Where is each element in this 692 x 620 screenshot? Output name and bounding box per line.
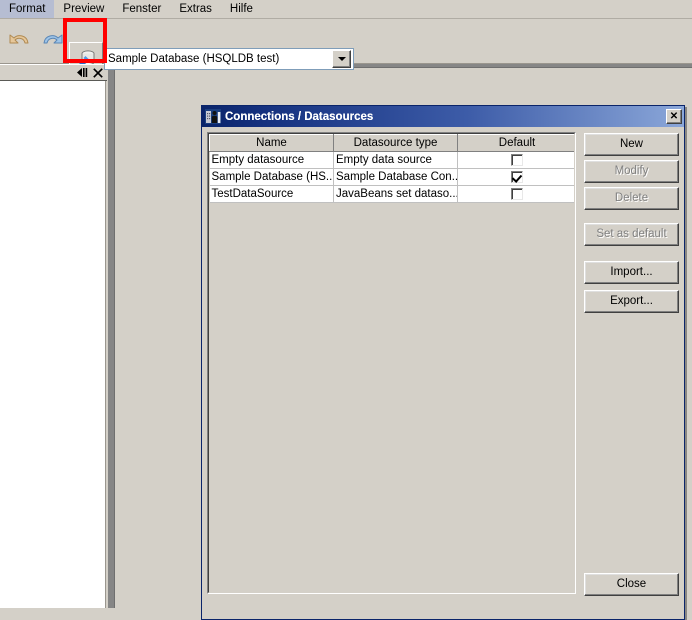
menu-item-preview[interactable]: Preview [54, 0, 113, 18]
chevron-down-icon [337, 57, 346, 61]
column-header-name[interactable]: Name [209, 134, 334, 152]
cell-name: Sample Database (HS... [209, 168, 334, 186]
close-button[interactable]: Close [584, 573, 679, 596]
left-dock-titlebar [0, 64, 107, 81]
menu-item-fenster[interactable]: Fenster [113, 0, 170, 18]
minimize-dock-button[interactable] [77, 67, 88, 78]
datasource-combobox[interactable]: Sample Database (HSQLDB test) [104, 48, 354, 70]
set-as-default-button: Set as default [584, 223, 679, 246]
menu-item-hilfe[interactable]: Hilfe [221, 0, 262, 18]
connections-datasources-icon [205, 109, 221, 124]
new-button[interactable]: New [584, 133, 679, 156]
default-checkbox[interactable] [511, 170, 523, 183]
undo-arrow-icon [9, 34, 29, 44]
delete-button: Delete [584, 187, 679, 210]
redo-arrow-icon [43, 34, 63, 44]
left-dock-content [0, 81, 106, 608]
cell-default[interactable] [457, 151, 574, 169]
column-header-type[interactable]: Datasource type [333, 134, 458, 152]
close-icon [92, 67, 103, 78]
modify-button: Modify [584, 160, 679, 183]
import-button[interactable]: Import... [584, 261, 679, 284]
datasources-table-scroll[interactable]: Name Datasource type Default Empty datas… [208, 133, 575, 593]
cell-type: Empty data source [333, 151, 458, 169]
cell-type: JavaBeans set dataso... [333, 185, 458, 203]
datasource-combobox-arrow-button[interactable] [332, 50, 351, 68]
default-checkbox[interactable] [511, 187, 523, 200]
datasources-table-panel: Name Datasource type Default Empty datas… [207, 132, 576, 594]
cell-type: Sample Database Con... [333, 168, 458, 186]
dialog-title: Connections / Datasources [225, 110, 374, 123]
menu-bar: Format Preview Fenster Extras Hilfe [0, 0, 692, 19]
undo-button[interactable] [4, 26, 36, 58]
cell-name: TestDataSource [209, 185, 334, 203]
toolbar: Sample Database (HSQLDB test) [0, 19, 692, 76]
table-row[interactable]: Sample Database (HS... Sample Database C… [209, 168, 574, 186]
table-row[interactable]: Empty datasource Empty data source [209, 151, 574, 169]
left-dock-panel [0, 64, 107, 608]
close-dock-button[interactable] [92, 67, 103, 78]
connections-datasources-dialog: Connections / Datasources ✕ Name Datasou… [201, 105, 685, 620]
cell-default[interactable] [457, 168, 574, 186]
menu-item-format[interactable]: Format [0, 0, 55, 18]
default-checkbox[interactable] [511, 153, 523, 166]
dialog-close-button[interactable]: ✕ [666, 109, 682, 124]
datasources-table: Name Datasource type Default Empty datas… [209, 134, 574, 203]
cell-default[interactable] [457, 185, 574, 203]
minimize-dock-icon [77, 68, 88, 77]
dialog-titlebar[interactable]: Connections / Datasources ✕ [202, 106, 684, 127]
table-row[interactable]: TestDataSource JavaBeans set dataso... [209, 185, 574, 203]
cell-name: Empty datasource [209, 151, 334, 169]
datasource-combobox-value: Sample Database (HSQLDB test) [108, 53, 280, 65]
menu-item-extras[interactable]: Extras [170, 0, 221, 18]
export-button[interactable]: Export... [584, 290, 679, 313]
table-header-row: Name Datasource type Default [209, 134, 574, 152]
column-header-default[interactable]: Default [457, 134, 574, 152]
redo-button[interactable] [36, 26, 68, 58]
